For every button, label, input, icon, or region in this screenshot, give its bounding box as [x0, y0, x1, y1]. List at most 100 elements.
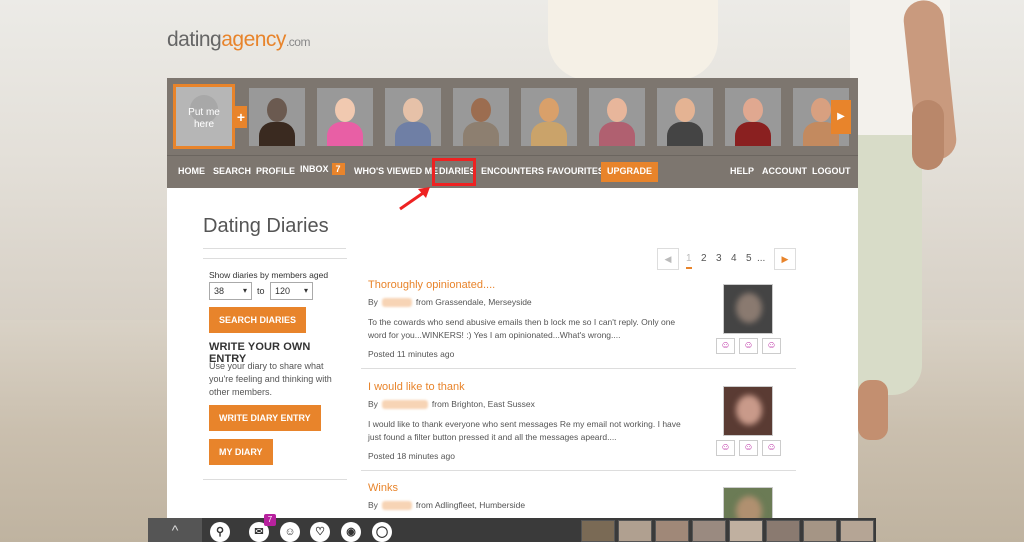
diary-entry-author: By from Grassendale, Merseyside: [368, 297, 532, 308]
pager-next-button[interactable]: ▶: [774, 248, 796, 270]
kiss-icon[interactable]: ☺: [762, 440, 781, 456]
member-thumbnail[interactable]: [385, 88, 441, 146]
nav-profile[interactable]: PROFILE: [256, 166, 295, 176]
nav-account[interactable]: ACCOUNT: [762, 166, 807, 176]
age-from-select[interactable]: 38 ▾: [209, 282, 252, 300]
nav-inbox[interactable]: INBOX 7: [300, 163, 345, 175]
my-diary-button[interactable]: MY DIARY: [209, 439, 273, 465]
member-thumbnail[interactable]: [725, 88, 781, 146]
diary-entry-author: By from Brighton, East Sussex: [368, 399, 535, 410]
nav-encounters[interactable]: ENCOUNTERS: [481, 166, 544, 176]
put-me-here-label: Put me here: [188, 107, 220, 130]
bottom-toolbar: ^ ⚲ ✉ 7 ☺ ♡ ◉ ◯: [148, 514, 876, 542]
kiss-icon[interactable]: ☺: [762, 338, 781, 354]
eye-icon[interactable]: ◉: [341, 522, 361, 542]
diary-entry-title[interactable]: Thoroughly opinionated....: [368, 279, 495, 291]
logo-accent: agency: [221, 28, 286, 51]
write-entry-text: Use your diary to share what you're feel…: [209, 361, 332, 397]
online-member-thumbnail[interactable]: [840, 520, 874, 542]
diary-entry-title[interactable]: I would like to thank: [368, 381, 465, 393]
sidebar-divider-top: [203, 258, 347, 259]
age-to-label: to: [257, 286, 265, 296]
member-thumbnail[interactable]: [589, 88, 645, 146]
heart-icon[interactable]: ♡: [310, 522, 330, 542]
diary-entry-posted: Posted 11 minutes ago: [368, 349, 455, 359]
pager-page-3[interactable]: 3: [716, 253, 722, 264]
diary-entry-title[interactable]: Winks: [368, 482, 398, 494]
online-member-thumbnail[interactable]: [803, 520, 837, 542]
by-label: By: [368, 399, 378, 409]
online-member-thumbnail[interactable]: [729, 520, 763, 542]
online-member-thumbnail[interactable]: [692, 520, 726, 542]
blurred-username[interactable]: [381, 298, 412, 308]
pager-ellipsis: ...: [757, 253, 766, 264]
diaries-highlight-box: [432, 158, 476, 186]
annotation-arrow-icon: [399, 187, 430, 211]
smile-icon[interactable]: ☺: [739, 338, 758, 354]
mail-count-badge: 7: [264, 514, 276, 526]
wink-icon[interactable]: ☺: [716, 440, 735, 456]
add-photo-button[interactable]: +: [235, 106, 247, 128]
logo-main: dating: [167, 28, 222, 51]
online-member-thumbnail[interactable]: [581, 520, 615, 542]
member-thumbnail[interactable]: [657, 88, 713, 146]
pager-page-4[interactable]: 4: [731, 253, 737, 264]
member-thumbnail[interactable]: [249, 88, 305, 146]
site-logo[interactable]: datingagency.com: [167, 28, 310, 52]
by-label: By: [368, 297, 378, 307]
nav-home[interactable]: HOME: [178, 166, 205, 176]
nav-inbox-label: INBOX: [300, 164, 329, 174]
title-divider: [203, 248, 346, 249]
nav-help[interactable]: HELP: [730, 166, 754, 176]
diary-entry-body: I would like to thank everyone who sent …: [368, 419, 681, 442]
main-panel: Put me here + ▶ HOME SEARCH PROFILE INBO…: [167, 78, 858, 542]
member-thumbnail[interactable]: [317, 88, 373, 146]
online-member-thumbnail[interactable]: [655, 520, 689, 542]
author-location: from Brighton, East Sussex: [431, 399, 535, 409]
search-diaries-button[interactable]: SEARCH DIARIES: [209, 307, 307, 333]
pager-page-2[interactable]: 2: [701, 253, 707, 264]
chevron-down-icon: ▾: [303, 286, 308, 295]
age-filter-label: Show diaries by members aged: [209, 270, 329, 280]
blurred-username[interactable]: [381, 400, 428, 410]
member-thumbnail[interactable]: [453, 88, 509, 146]
age-to-value: 120: [275, 286, 291, 296]
strip-next-button[interactable]: ▶: [831, 100, 851, 134]
age-from-value: 38: [214, 286, 225, 296]
nav-whos-viewed-me[interactable]: WHO'S VIEWED ME: [354, 166, 438, 176]
inbox-count-badge: 7: [331, 163, 345, 175]
search-icon[interactable]: ⚲: [210, 522, 230, 542]
author-photo[interactable]: [723, 386, 773, 436]
online-member-thumbnail[interactable]: [618, 520, 652, 542]
diary-entry-posted: Posted 18 minutes ago: [368, 451, 455, 461]
home-logo-icon[interactable]: ^: [148, 518, 202, 542]
online-member-thumbnail[interactable]: [766, 520, 800, 542]
sidebar-divider-bottom: [203, 479, 347, 480]
chat-icon[interactable]: ◯: [372, 522, 392, 542]
background-person-right: [850, 0, 960, 440]
logo-tld: .com: [285, 35, 311, 49]
nav-logout[interactable]: LOGOUT: [812, 166, 851, 176]
author-location: from Adlingfleet, Humberside: [415, 500, 526, 510]
age-to-select[interactable]: 120 ▾: [270, 282, 313, 300]
nav-search[interactable]: SEARCH: [213, 166, 251, 176]
entry-divider: [361, 368, 796, 369]
nav-upgrade-button[interactable]: UPGRADE: [601, 162, 659, 182]
nav-favourites[interactable]: FAVOURITES: [547, 166, 604, 176]
smile-icon[interactable]: ☺: [739, 440, 758, 456]
pager-page-1[interactable]: 1: [686, 253, 692, 269]
blurred-username[interactable]: [381, 501, 412, 511]
chevron-down-icon: ▾: [242, 286, 247, 295]
smile-icon[interactable]: ☺: [280, 522, 300, 542]
by-label: By: [368, 500, 378, 510]
page-title: Dating Diaries: [203, 215, 329, 237]
diary-entry-author: By from Adlingfleet, Humberside: [368, 500, 526, 511]
member-thumbnail[interactable]: [521, 88, 577, 146]
put-me-here-slot[interactable]: Put me here: [173, 84, 235, 149]
pager-prev-button[interactable]: ◀: [657, 248, 679, 270]
pager-page-5[interactable]: 5: [746, 253, 752, 264]
write-diary-entry-button[interactable]: WRITE DIARY ENTRY: [209, 405, 321, 431]
author-photo[interactable]: [723, 284, 773, 334]
profile-strip: Put me here + ▶: [167, 78, 858, 155]
wink-icon[interactable]: ☺: [716, 338, 735, 354]
